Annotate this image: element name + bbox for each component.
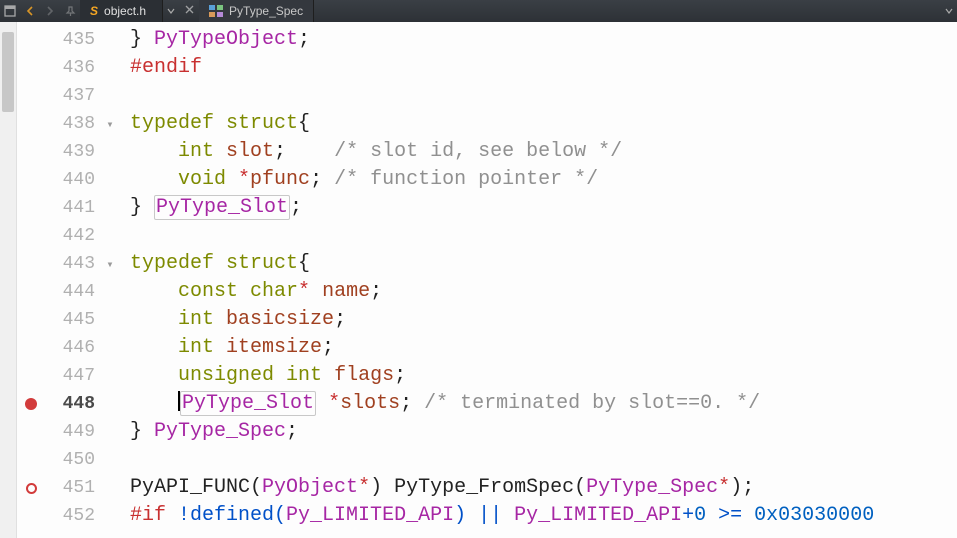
line-number[interactable]: 438	[45, 114, 101, 134]
code-line: PyAPI_FUNC(PyObject*) PyType_FromSpec(Py…	[124, 474, 957, 502]
line-number[interactable]: 452	[45, 506, 101, 526]
scrollbar-thumb[interactable]	[2, 32, 14, 112]
line-number[interactable]: 436	[45, 58, 101, 78]
gutter-row[interactable]: 441	[17, 194, 124, 222]
line-number[interactable]: 441	[45, 198, 101, 218]
code-line	[124, 82, 957, 110]
gutter: 435436437438▾439440441442443▾44444544644…	[17, 22, 124, 538]
sublime-file-icon: S	[90, 4, 98, 18]
code-line: int basicsize;	[124, 306, 957, 334]
code-line: } PyType_Slot;	[124, 194, 957, 222]
line-number[interactable]: 440	[45, 170, 101, 190]
code-line	[124, 222, 957, 250]
tab-object-h[interactable]: S object.h	[80, 0, 163, 22]
back-button[interactable]	[21, 2, 39, 20]
gutter-row[interactable]: 437	[17, 82, 124, 110]
gutter-row[interactable]: 436	[17, 54, 124, 82]
code-line: int slot; /* slot id, see below */	[124, 138, 957, 166]
gutter-row[interactable]: 440	[17, 166, 124, 194]
forward-button[interactable]	[41, 2, 59, 20]
gutter-row[interactable]: 446	[17, 334, 124, 362]
code-line: PyType_Slot *slots; /* terminated by slo…	[124, 390, 957, 418]
vertical-scrollbar[interactable]	[0, 22, 17, 538]
gutter-row[interactable]: 452	[17, 502, 124, 530]
titlebar: S object.h PyType_Spec	[0, 0, 957, 22]
line-number[interactable]: 435	[45, 30, 101, 50]
gutter-row[interactable]: 442	[17, 222, 124, 250]
code-line	[124, 446, 957, 474]
gutter-row[interactable]: 435	[17, 26, 124, 54]
line-number[interactable]: 448	[45, 394, 101, 414]
gutter-row[interactable]: 439	[17, 138, 124, 166]
gutter-row[interactable]: 438▾	[17, 110, 124, 138]
code-line: #if !defined(Py_LIMITED_API) || Py_LIMIT…	[124, 502, 957, 530]
tab2-dropdown[interactable]	[941, 0, 957, 22]
tab-label: object.h	[104, 4, 146, 18]
tab-strip: S object.h PyType_Spec	[80, 0, 957, 22]
line-number[interactable]: 443	[45, 254, 101, 274]
line-number[interactable]: 439	[45, 142, 101, 162]
line-number[interactable]: 451	[45, 478, 101, 498]
tab1-close[interactable]	[180, 0, 198, 18]
line-number[interactable]: 444	[45, 282, 101, 302]
tab1-dropdown[interactable]	[163, 0, 179, 22]
line-number[interactable]: 446	[45, 338, 101, 358]
gutter-row[interactable]: 443▾	[17, 250, 124, 278]
code-line: typedef struct{	[124, 110, 957, 138]
line-number[interactable]: 445	[45, 310, 101, 330]
line-number[interactable]: 447	[45, 366, 101, 386]
gutter-row[interactable]: 448	[17, 390, 124, 418]
line-number[interactable]: 442	[45, 226, 101, 246]
code-line: } PyTypeObject;	[124, 26, 957, 54]
struct-icon	[209, 5, 223, 17]
fold-toggle[interactable]: ▾	[101, 257, 119, 272]
line-number[interactable]: 450	[45, 450, 101, 470]
code-line: unsigned int flags;	[124, 362, 957, 390]
code-line: } PyType_Spec;	[124, 418, 957, 446]
error-marker-icon	[25, 398, 37, 410]
code-line: #endif	[124, 54, 957, 82]
editor: 435436437438▾439440441442443▾44444544644…	[0, 22, 957, 538]
gutter-row[interactable]: 445	[17, 306, 124, 334]
gutter-marker	[17, 398, 45, 410]
gutter-marker	[17, 483, 45, 494]
tab-pytype-spec[interactable]: PyType_Spec	[199, 0, 314, 22]
tab-label: PyType_Spec	[229, 4, 303, 18]
menu-button[interactable]	[1, 2, 19, 20]
code-area[interactable]: } PyTypeObject; #endif typedef struct{ i…	[124, 22, 957, 538]
code-line: typedef struct{	[124, 250, 957, 278]
code-line: const char* name;	[124, 278, 957, 306]
line-number[interactable]: 449	[45, 422, 101, 442]
gutter-row[interactable]: 450	[17, 446, 124, 474]
fold-toggle[interactable]: ▾	[101, 117, 119, 132]
gutter-row[interactable]: 444	[17, 278, 124, 306]
code-line: void *pfunc; /* function pointer */	[124, 166, 957, 194]
gutter-row[interactable]: 449	[17, 418, 124, 446]
gutter-row[interactable]: 451	[17, 474, 124, 502]
line-number[interactable]: 437	[45, 86, 101, 106]
gutter-row[interactable]: 447	[17, 362, 124, 390]
reference-pytype-slot[interactable]: PyType_Slot	[180, 391, 316, 416]
breakpoint-ring-icon	[26, 483, 37, 494]
code-line: int itemsize;	[124, 334, 957, 362]
pin-button[interactable]	[61, 2, 79, 20]
